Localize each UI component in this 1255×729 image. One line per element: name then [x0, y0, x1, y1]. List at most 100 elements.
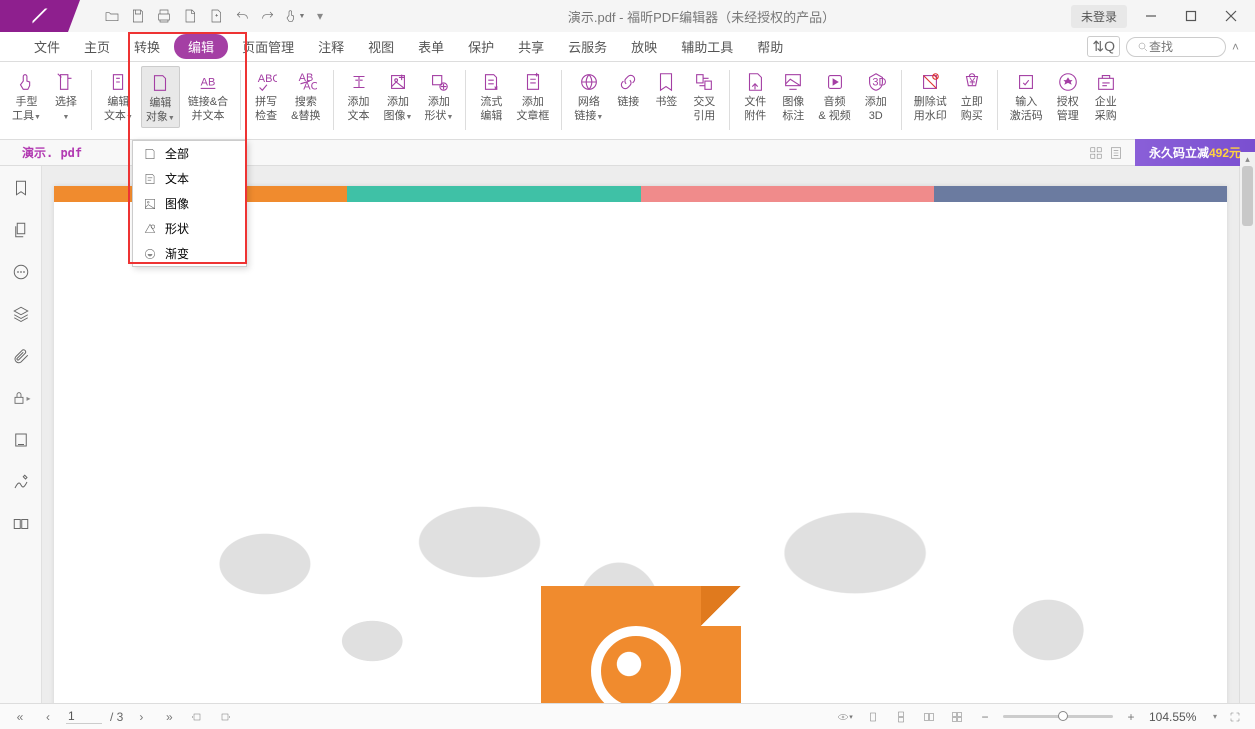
- ribbon-搜索&替换[interactable]: ABAC搜索&替换: [287, 66, 324, 126]
- ribbon-添加文本[interactable]: 添加文本: [342, 66, 376, 126]
- tab-page-manage[interactable]: 页面管理: [232, 33, 304, 60]
- zoom-slider[interactable]: [1003, 715, 1113, 718]
- first-page-button[interactable]: «: [10, 707, 30, 727]
- ribbon-企业采购[interactable]: 企业采购: [1089, 66, 1123, 126]
- document-tab[interactable]: 演示. pdf: [8, 141, 96, 164]
- zoom-in-button[interactable]: +: [1121, 707, 1141, 727]
- minimize-button[interactable]: [1135, 2, 1167, 30]
- undo-icon[interactable]: [230, 4, 254, 28]
- dropdown-item-形状[interactable]: 形状: [133, 216, 246, 241]
- comments-icon[interactable]: [11, 262, 31, 282]
- ribbon-书签[interactable]: 书签: [649, 66, 683, 112]
- login-button[interactable]: 未登录: [1071, 5, 1127, 28]
- dropdown-item-图像[interactable]: 图像: [133, 191, 246, 216]
- signature-icon[interactable]: [11, 430, 31, 450]
- scrollbar-thumb[interactable]: [1242, 166, 1253, 226]
- sort-button[interactable]: ⇅Q: [1087, 36, 1120, 57]
- continuous-page-icon[interactable]: [891, 707, 911, 727]
- next-page-button[interactable]: ›: [131, 707, 151, 727]
- eye-view-icon[interactable]: ▾: [835, 707, 855, 727]
- ribbon-流式编辑[interactable]: 流式编辑: [474, 66, 508, 126]
- new-icon[interactable]: [204, 4, 228, 28]
- ribbon-选择[interactable]: 选择▼: [49, 66, 83, 126]
- zoom-out-button[interactable]: −: [975, 707, 995, 727]
- export-icon[interactable]: [178, 4, 202, 28]
- dropdown-item-文本[interactable]: 文本: [133, 166, 246, 191]
- scroll-view-icon[interactable]: [1109, 146, 1123, 160]
- ribbon-添加3D[interactable]: 3D添加3D: [859, 66, 893, 126]
- tab-file[interactable]: 文件: [24, 33, 70, 60]
- ribbon-图像标注[interactable]: 图像标注: [776, 66, 810, 126]
- attachment-icon[interactable]: [11, 346, 31, 366]
- grid-view-icon[interactable]: [1089, 146, 1103, 160]
- security-icon[interactable]: ▸: [11, 388, 31, 408]
- tab-annotate[interactable]: 注释: [308, 33, 354, 60]
- redo-icon[interactable]: [256, 4, 280, 28]
- print-icon[interactable]: [152, 4, 176, 28]
- search-box[interactable]: [1126, 37, 1226, 57]
- page-number-input[interactable]: [66, 709, 102, 724]
- tab-edit[interactable]: 编辑: [174, 34, 228, 59]
- tab-form[interactable]: 表单: [408, 33, 454, 60]
- facing-page-icon[interactable]: [919, 707, 939, 727]
- ribbon-授权管理[interactable]: 授权管理: [1051, 66, 1085, 126]
- tab-accessibility[interactable]: 辅助工具: [671, 33, 743, 60]
- scroll-up-icon[interactable]: ▴: [1240, 152, 1255, 166]
- dropdown-item-全部[interactable]: 全部: [133, 141, 246, 166]
- ribbon-icon: [1013, 68, 1039, 96]
- vertical-scrollbar[interactable]: ▴: [1239, 166, 1255, 703]
- tab-convert[interactable]: 转换: [124, 33, 170, 60]
- tab-help[interactable]: 帮助: [747, 33, 793, 60]
- handwriting-icon[interactable]: [11, 472, 31, 492]
- rotate-left-icon[interactable]: [187, 707, 207, 727]
- ribbon-编辑对象[interactable]: 编辑对象▼: [141, 66, 180, 128]
- rotate-right-icon[interactable]: [215, 707, 235, 727]
- ribbon-添加文章框[interactable]: 添加文章框: [512, 66, 553, 126]
- tab-view[interactable]: 视图: [358, 33, 404, 60]
- ribbon-链接&合并文本[interactable]: AB链接&合并文本: [184, 66, 232, 126]
- ribbon-添加图像[interactable]: 添加图像▼: [380, 66, 417, 126]
- compare-icon[interactable]: [11, 514, 31, 534]
- close-button[interactable]: [1215, 2, 1247, 30]
- ribbon-链接[interactable]: 链接: [611, 66, 645, 112]
- ribbon-音频& 视频[interactable]: 音频& 视频: [814, 66, 854, 126]
- collapse-ribbon-icon[interactable]: ˄: [1232, 40, 1239, 54]
- ribbon-手型工具[interactable]: 手型工具▼: [8, 66, 45, 126]
- maximize-button[interactable]: [1175, 2, 1207, 30]
- zoom-slider-thumb[interactable]: [1058, 711, 1068, 721]
- ribbon-立即购买[interactable]: ¥立即购买: [955, 66, 989, 126]
- touch-icon[interactable]: ▼: [282, 4, 306, 28]
- tab-slideshow[interactable]: 放映: [621, 33, 667, 60]
- promo-banner[interactable]: 永久码立减492元: [1135, 139, 1255, 166]
- status-bar: « ‹ / 3 › » ▾ − + 104.55% ▾: [0, 703, 1255, 729]
- search-input[interactable]: [1149, 40, 1209, 54]
- ribbon-删除试用水印[interactable]: 删除试用水印: [910, 66, 951, 126]
- ribbon-添加形状[interactable]: 添加形状▼: [420, 66, 457, 126]
- ribbon-icon: [426, 68, 452, 96]
- zoom-dropdown-icon[interactable]: ▾: [1213, 712, 1217, 721]
- ribbon-网络链接[interactable]: 网络链接▼: [570, 66, 607, 126]
- ribbon-编辑文本[interactable]: 编辑文本▼: [100, 66, 137, 126]
- tab-share[interactable]: 共享: [508, 33, 554, 60]
- layers-icon[interactable]: [11, 304, 31, 324]
- ribbon-文件附件[interactable]: 文件附件: [738, 66, 772, 126]
- bookmark-icon[interactable]: [11, 178, 31, 198]
- dropdown-item-渐变[interactable]: 渐变: [133, 241, 246, 266]
- ribbon-icon: ABAC: [293, 68, 319, 96]
- fullscreen-button[interactable]: [1225, 707, 1245, 727]
- single-page-icon[interactable]: [863, 707, 883, 727]
- ribbon-拼写检查[interactable]: ABC拼写检查: [249, 66, 283, 126]
- tab-home[interactable]: 主页: [74, 33, 120, 60]
- prev-page-button[interactable]: ‹: [38, 707, 58, 727]
- continuous-facing-icon[interactable]: [947, 707, 967, 727]
- pages-icon[interactable]: [11, 220, 31, 240]
- save-icon[interactable]: [126, 4, 150, 28]
- qat-more-icon[interactable]: ▾: [308, 4, 332, 28]
- ribbon-交叉引用[interactable]: 交叉引用: [687, 66, 721, 126]
- ribbon-输入激活码[interactable]: 输入激活码: [1006, 66, 1047, 126]
- tab-protect[interactable]: 保护: [458, 33, 504, 60]
- zoom-percent[interactable]: 104.55%: [1149, 710, 1205, 724]
- last-page-button[interactable]: »: [159, 707, 179, 727]
- tab-cloud[interactable]: 云服务: [558, 33, 617, 60]
- open-icon[interactable]: [100, 4, 124, 28]
